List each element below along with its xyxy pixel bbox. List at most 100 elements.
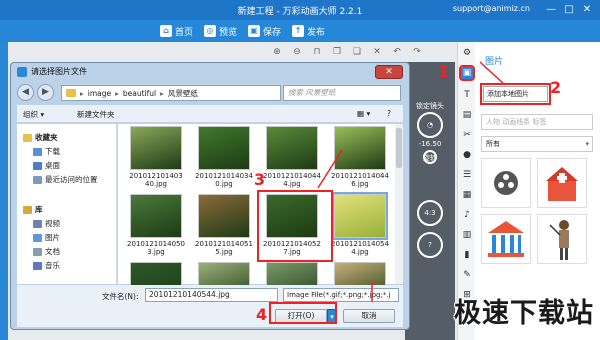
nav-item[interactable]: 图片 [33, 232, 60, 243]
music-tool-icon[interactable]: ♪ [461, 209, 473, 221]
add-local-image-button[interactable]: 添加本地图片 [483, 86, 548, 102]
nav-item-icon [23, 205, 32, 214]
help-button[interactable]: ? [417, 232, 443, 258]
back-icon[interactable]: ◀ [17, 84, 34, 101]
dialog-footer: 文件名(N): 20101210140544.jpg Image File(*.… [17, 285, 403, 327]
film-reel-thumb[interactable] [481, 158, 531, 208]
teacher-icon [549, 220, 569, 260]
list-tool-icon[interactable]: ☰ [461, 169, 473, 181]
nav-item[interactable]: 库 [23, 204, 43, 215]
image-search-input[interactable]: 人物 动画线条 标签 [481, 114, 593, 130]
undo-icon[interactable]: ↶ [390, 45, 404, 59]
help-icon[interactable]: ? [387, 109, 391, 118]
category-select[interactable]: 所有 ▾ [481, 136, 593, 152]
text-tool-icon[interactable]: T [461, 89, 473, 101]
file-thumbnail[interactable] [334, 126, 386, 170]
nav-item[interactable]: 文档 [33, 246, 60, 257]
annotation-1: 1 [438, 62, 450, 81]
nav-item-label: 桌面 [45, 161, 60, 170]
publish-button[interactable]: ↑ 发布 [292, 23, 325, 39]
file-name[interactable]: 2010121014034 0.jpg [194, 172, 254, 188]
app-icon [17, 66, 27, 77]
nav-item[interactable]: 音乐 [33, 260, 60, 271]
nav-item-icon [33, 233, 42, 242]
vertical-scrollbar[interactable] [395, 124, 403, 284]
redo-icon[interactable]: ↷ [410, 45, 424, 59]
support-email[interactable]: support@animiz.cn [453, 4, 530, 13]
close-app-button[interactable]: ✕ [580, 3, 594, 17]
publish-icon: ↑ [292, 25, 304, 37]
minimize-button[interactable]: — [544, 3, 558, 17]
home-button[interactable]: ⌂ 首页 [160, 23, 193, 39]
dialog-search-input[interactable]: 搜索 风景壁纸 [283, 85, 401, 101]
annotation-2: 2 [550, 78, 562, 97]
path-segment[interactable]: beautiful [123, 89, 156, 98]
copy-icon[interactable]: ❐ [330, 45, 344, 59]
zoom-in-icon[interactable]: ⊕ [270, 45, 284, 59]
maximize-button[interactable]: □ [562, 3, 576, 17]
nav-item-icon [33, 219, 42, 228]
preview-icon: ◎ [204, 25, 216, 37]
nav-item-label: 图片 [45, 233, 60, 242]
film-tool-icon[interactable]: ▮ [461, 249, 473, 261]
file-thumbnail[interactable] [266, 126, 318, 170]
cancel-button[interactable]: 取消 [343, 309, 395, 323]
annotation-3: 3 [254, 170, 266, 189]
timeline-strip [0, 42, 8, 340]
file-name[interactable]: 2010121014054 4.jpg [330, 240, 390, 256]
file-name[interactable]: 2010121014050 3.jpg [126, 240, 186, 256]
navigation-pane: 收藏夹下载桌面最近访问的位置库视频图片文档音乐 [17, 124, 117, 284]
preview-label: 预览 [219, 27, 238, 38]
bank-thumb[interactable] [481, 214, 531, 264]
nav-item-label: 收藏夹 [35, 133, 58, 142]
dialog-title-bar: 请选择图片文件 [17, 66, 87, 77]
nav-item[interactable]: 最近访问的位置 [33, 174, 98, 185]
view-options-icon[interactable]: ▦ ▾ [357, 109, 370, 118]
file-thumbnail[interactable] [130, 126, 182, 170]
forward-icon[interactable]: ▶ [37, 84, 54, 101]
file-name[interactable]: 2010121014051 5.jpg [194, 240, 254, 256]
file-name[interactable]: 2010121014044 4.jpg [262, 172, 322, 188]
dialog-close-button[interactable]: ✕ [375, 65, 403, 79]
annotation-box-4 [269, 302, 337, 324]
organize-button[interactable]: 组织 ▾ [23, 109, 44, 120]
shape-tool-icon[interactable]: ▤ [461, 109, 473, 121]
file-thumbnail[interactable] [332, 192, 388, 240]
image-tool-icon[interactable]: ▣ [459, 65, 475, 81]
save-button[interactable]: ▣ 保存 [248, 23, 281, 39]
lock-icon[interactable]: ⊓ [310, 45, 324, 59]
grid-tool-icon[interactable]: ▦ [461, 189, 473, 201]
bubble-tool-icon[interactable]: ● [461, 149, 473, 161]
file-name[interactable]: 2010121014044 6.jpg [330, 172, 390, 188]
filename-input[interactable]: 20101210140544.jpg [145, 288, 278, 302]
zoom-out-icon[interactable]: ⊖ [290, 45, 304, 59]
file-thumbnail[interactable] [198, 126, 250, 170]
file-name[interactable]: 201012101403 40.jpg [126, 172, 186, 188]
nav-item-label: 下载 [45, 147, 60, 156]
site-watermark: 极速下载站 [454, 298, 594, 329]
nav-item[interactable]: 下载 [33, 146, 60, 157]
pen-tool-icon[interactable]: ✎ [461, 269, 473, 281]
teacher-thumb[interactable] [537, 214, 587, 264]
nav-item[interactable]: 视频 [33, 218, 60, 229]
camera-dial-icon[interactable]: ◔ [417, 112, 443, 138]
nav-item[interactable]: 收藏夹 [23, 132, 58, 143]
address-bar[interactable]: ▸ image ▸ beautiful ▸ 风景壁纸 [61, 85, 281, 101]
paste-icon[interactable]: ❏ [350, 45, 364, 59]
hospital-icon [546, 167, 578, 201]
ratio-button[interactable]: 4:3 [417, 200, 443, 226]
tools-icon[interactable]: ✂ [461, 129, 473, 141]
file-thumbnail[interactable] [198, 194, 250, 238]
settings-icon[interactable]: ⚙ [461, 47, 473, 59]
nav-item[interactable]: 桌面 [33, 160, 60, 171]
rotate-label: 旋转 [423, 154, 437, 162]
new-folder-button[interactable]: 新建文件夹 [77, 109, 115, 120]
file-thumbnail[interactable] [130, 194, 182, 238]
delete-icon[interactable]: ✕ [370, 45, 384, 59]
path-segment[interactable]: 风景壁纸 [168, 88, 198, 99]
preview-button[interactable]: ◎ 预览 [204, 23, 237, 39]
filetype-select[interactable]: Image File(*.gif;*.png;*.jpg;*.j [283, 288, 399, 302]
chart-tool-icon[interactable]: ▥ [461, 229, 473, 241]
path-segment[interactable]: image [88, 89, 111, 98]
hospital-thumb[interactable] [537, 158, 587, 208]
